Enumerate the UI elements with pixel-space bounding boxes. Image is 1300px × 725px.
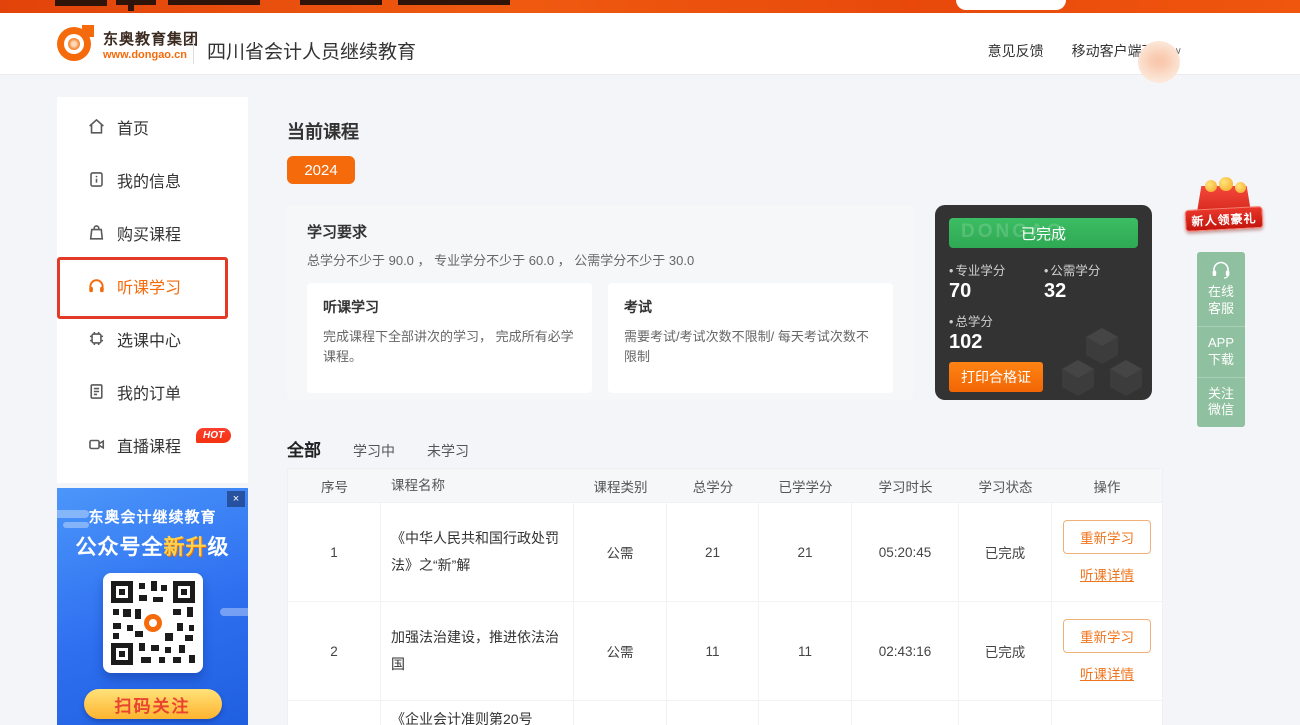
logo[interactable]: 东奥教育集团 www.dongao.cn [57,25,199,63]
tab-learning[interactable]: 学习中 [353,441,395,461]
side-service-stack: 在线客服 APP下载 关注微信 [1197,252,1245,427]
feedback-link[interactable]: 意见反馈 [988,41,1044,61]
table-row-partial: 《企业会计准则第20号 重新学习 [288,700,1162,725]
orders-list-icon [87,382,106,401]
scan-follow-button[interactable]: 扫码关注 [84,689,222,719]
online-service-button[interactable]: 在线客服 [1197,252,1245,327]
info-doc-icon [87,170,106,189]
exam-requirement-card: 考试 需要考试/考试次数不限制/ 每天考试次数不限制 [608,283,893,393]
wechat-promo-banner: × 东奥会计继续教育 公众号全新升级 [57,488,248,725]
banner-fragment [300,0,382,5]
qr-code [103,573,203,673]
tab-not-started[interactable]: 未学习 [427,441,469,461]
banner-fragment [55,0,107,6]
sidebar-item-study[interactable]: 听课学习 [57,259,248,312]
sidebar-item-course-center[interactable]: 选课中心 [57,312,248,365]
tab-all[interactable]: 全部 [287,436,321,461]
sidebar: 首页 我的信息 购买课程 听课学习 选课中心 [57,97,248,483]
sidebar-item-my-orders[interactable]: 我的订单 [57,365,248,418]
study-requirements-panel: 学习要求 总学分不少于 90.0 ， 专业学分不少于 60.0 ， 公需学分不少… [287,205,913,400]
video-camera-icon [87,435,106,454]
sidebar-item-home[interactable]: 首页 [57,100,248,153]
course-detail-link[interactable]: 听课详情 [1080,564,1134,584]
shopping-bag-icon [87,223,106,242]
site-title: 四川省会计人员继续教育 [207,37,416,64]
app-download-button[interactable]: APP下载 [1197,327,1245,378]
requirements-text: 总学分不少于 90.0 ， 专业学分不少于 60.0 ， 公需学分不少于 30.… [307,250,893,269]
table-header-row: 序号 课程名称 课程类别 总学分 已学学分 学习时长 学习状态 操作 [288,469,1162,502]
sidebar-item-live-courses[interactable]: 直播课程 HOT [57,418,248,471]
sidebar-item-buy-courses[interactable]: 购买课程 [57,206,248,259]
print-certificate-button[interactable]: 打印合格证 [949,362,1043,392]
promo-subtitle: 公众号全新升级 [57,531,248,561]
table-row: 2 加强法治建设，推进依法治国 公需 11 11 02:43:16 已完成 重新… [288,601,1162,700]
relearn-button[interactable]: 重新学习 [1063,520,1151,554]
follow-wechat-button[interactable]: 关注微信 [1197,378,1245,428]
banner-fragment [116,0,156,5]
listening-requirement-card: 听课学习 完成课程下全部讲次的学习， 完成所有必学课程。 [307,283,592,393]
app-window: 东奥教育集团 www.dongao.cn 四川省会计人员继续教育 意见反馈 移动… [0,0,1300,725]
relearn-button[interactable]: 重新学习 [1063,619,1151,653]
home-icon [87,117,106,136]
stat-total-credits: 总学分 102 [949,311,1044,354]
logo-name: 东奥教育集团 [103,28,199,49]
credit-summary-panel: DONGAO 已完成 专业学分 70 公需学分 32 总学分 102 打印合格证 [935,205,1152,400]
course-filter-tabs: 全部 学习中 未学习 [287,436,469,461]
banner-fragment [398,0,510,5]
gift-badge-label: 新人领豪礼 [1184,206,1263,232]
stat-public-credits: 公需学分 32 [1044,260,1138,303]
sidebar-item-my-info[interactable]: 我的信息 [57,153,248,206]
headset-icon [1206,260,1236,280]
close-icon[interactable]: × [227,491,245,507]
banner-fragment [128,0,134,11]
stat-professional-credits: 专业学分 70 [949,260,1044,303]
header: 东奥教育集团 www.dongao.cn 四川省会计人员继续教育 意见反馈 移动… [0,13,1300,75]
page-title: 当前课程 [287,118,359,144]
hot-badge: HOT [196,428,231,443]
headphones-icon [87,276,106,295]
user-avatar[interactable] [1138,41,1180,83]
banner-fragment [168,0,260,5]
dongao-watermark: DONGAO [961,221,1065,243]
year-2024-button[interactable]: 2024 [287,156,355,184]
chip-icon [87,329,106,348]
logo-url: www.dongao.cn [103,49,199,61]
course-detail-link[interactable]: 听课详情 [1080,663,1134,683]
table-row: 1 《中华人民共和国行政处罚法》之“新”解 公需 21 21 05:20:45 … [288,502,1162,601]
dongao-logo-icon [57,25,95,63]
completed-status-button[interactable]: DONGAO 已完成 [949,218,1138,248]
newcomer-gift-badge[interactable]: 新人领豪礼 [1185,182,1263,242]
header-divider [193,38,194,64]
course-table: 序号 课程名称 课程类别 总学分 已学学分 学习时长 学习状态 操作 1 《中华… [287,468,1163,725]
top-banner-strip [0,0,1300,13]
banner-cut-shape [956,0,1066,10]
requirements-title: 学习要求 [307,221,893,242]
